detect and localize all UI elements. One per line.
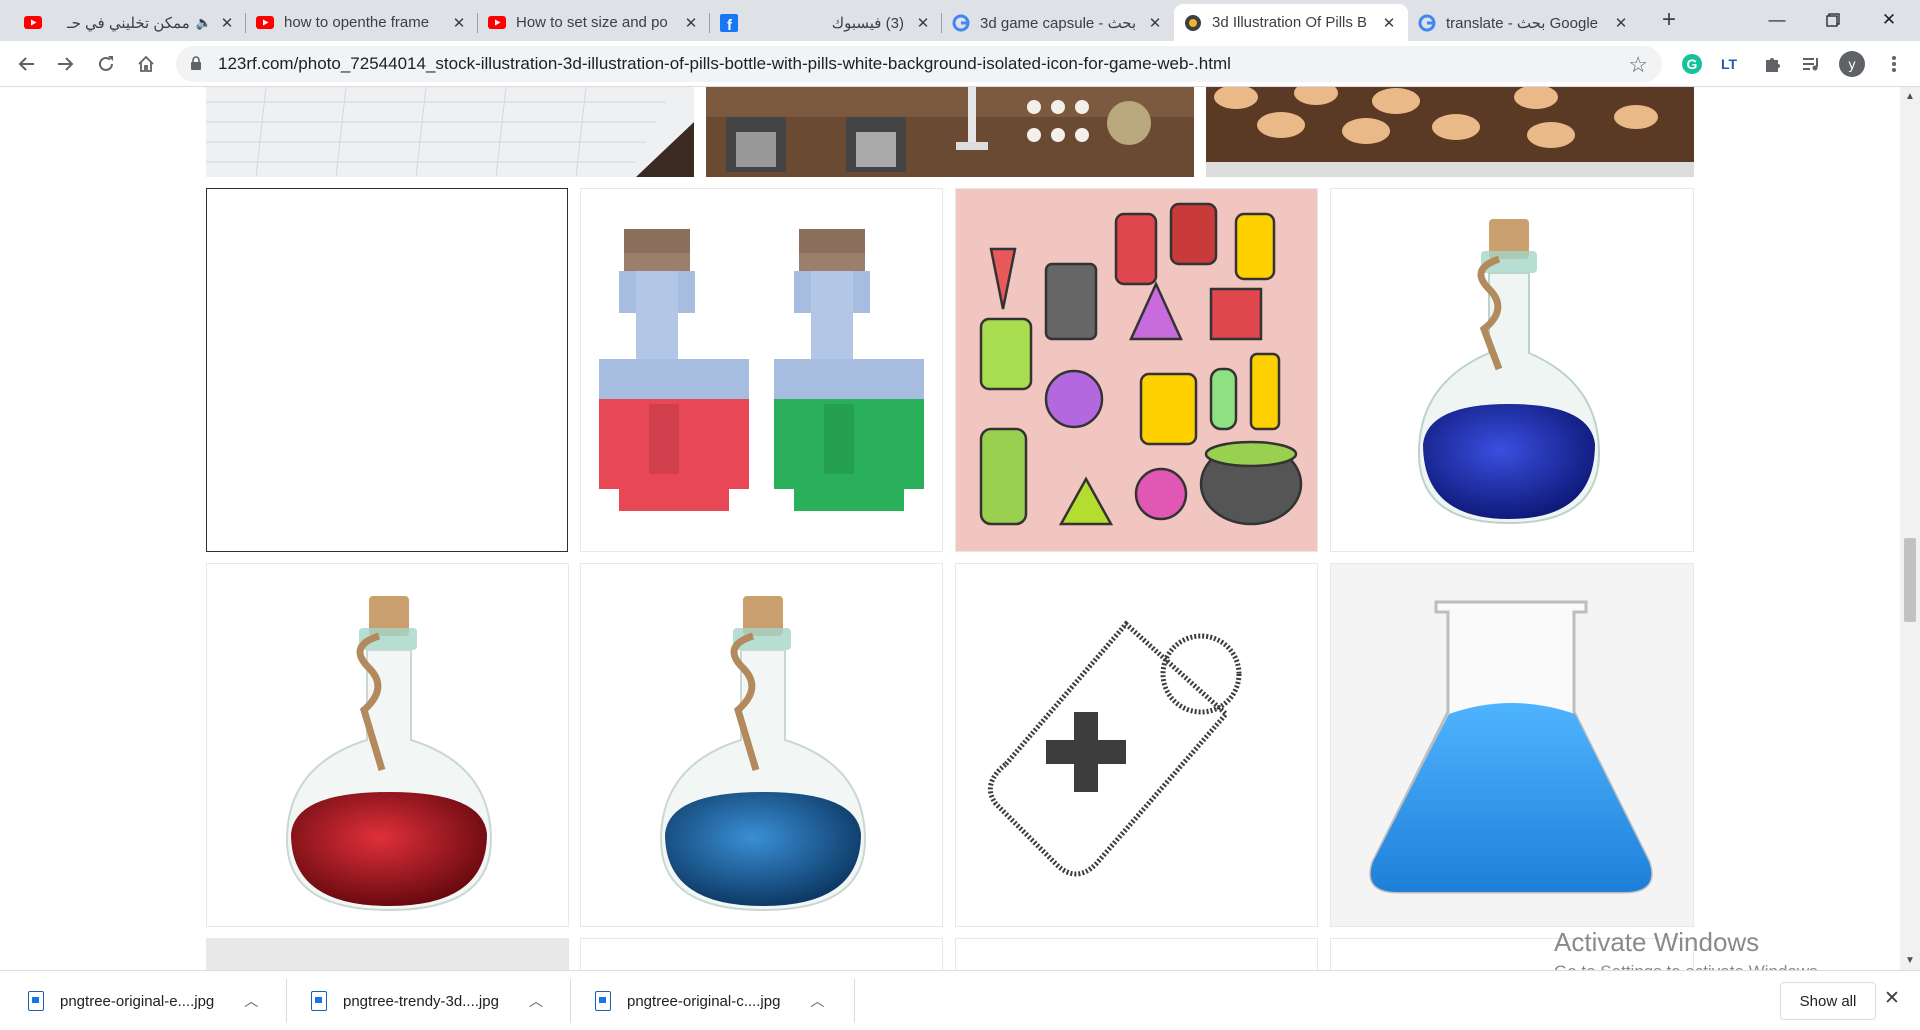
- close-icon[interactable]: ✕: [218, 14, 236, 32]
- chevron-up-icon[interactable]: ︿: [529, 991, 543, 1011]
- tab-2[interactable]: How to set size and po ✕: [478, 4, 710, 41]
- gallery-image-blue-potion-bottle[interactable]: [1330, 188, 1694, 552]
- gallery-image-partial-2[interactable]: [580, 938, 943, 970]
- downloads-bar: pngtree-original-e....jpg ︿ pngtree-tren…: [0, 970, 1920, 1030]
- image-file-icon: [311, 991, 327, 1011]
- minimize-icon[interactable]: —: [1754, 2, 1800, 38]
- gallery-image-blank-image[interactable]: [206, 188, 568, 552]
- download-filename: pngtree-trendy-3d....jpg: [343, 992, 499, 1010]
- gallery-image-doodle-poison-bottles[interactable]: [955, 188, 1318, 552]
- scroll-down-arrow-icon[interactable]: ▼: [1900, 955, 1920, 966]
- tab-4[interactable]: 3d game capsule - بحث ✕: [942, 4, 1174, 41]
- tab-3[interactable]: f (3) فيسبوك ✕: [710, 4, 942, 41]
- gallery-image-pills-and-syringe-photo[interactable]: [706, 87, 1194, 177]
- divider: [570, 979, 571, 1023]
- gallery-image-partial-1[interactable]: [206, 938, 569, 970]
- youtube-icon: [24, 14, 42, 32]
- gallery-image-light-blue-potion-bottle[interactable]: [580, 563, 943, 927]
- download-item-2[interactable]: pngtree-original-c....jpg ︿: [595, 971, 824, 1030]
- url-text[interactable]: 123rf.com/photo_72544014_stock-illustrat…: [218, 46, 1231, 82]
- speaker-icon[interactable]: 🔈: [196, 15, 212, 31]
- gallery-image-partial-3[interactable]: [955, 938, 1318, 970]
- window-close-icon[interactable]: ✕: [1866, 2, 1912, 38]
- tab-title: translate - بحث Google: [1446, 14, 1599, 32]
- tab-title: how to openthe frame: [284, 14, 430, 31]
- back-icon[interactable]: [12, 50, 40, 78]
- google-icon: [952, 14, 970, 32]
- extensions-puzzle-icon[interactable]: [1758, 50, 1786, 78]
- chevron-up-icon[interactable]: ︿: [810, 991, 824, 1011]
- 123rf-icon: [1184, 14, 1202, 32]
- scroll-up-arrow-icon[interactable]: ▲: [1900, 91, 1920, 102]
- gallery-image-round-pills-on-wood-photo[interactable]: [1206, 87, 1694, 177]
- tab-5[interactable]: 3d Illustration Of Pills B ✕: [1174, 4, 1408, 41]
- forward-icon[interactable]: [52, 50, 80, 78]
- watermark-title: Activate Windows: [1554, 927, 1760, 957]
- tab-title: ممكن تخليني في حـ: [67, 14, 190, 32]
- tab-title: 3d Illustration Of Pills B: [1212, 14, 1368, 31]
- gallery-image-pixel-potion-bottles[interactable]: [580, 188, 943, 552]
- tab-title: How to set size and po: [516, 14, 668, 31]
- media-control-icon[interactable]: [1798, 50, 1826, 78]
- restore-icon[interactable]: [1810, 2, 1856, 38]
- tab-title: 3d game capsule - بحث: [980, 14, 1137, 32]
- download-item-0[interactable]: pngtree-original-e....jpg ︿: [28, 971, 258, 1030]
- close-icon[interactable]: ✕: [450, 14, 468, 32]
- gallery-image-blue-chemistry-flask[interactable]: [1330, 563, 1694, 927]
- tab-6[interactable]: translate - بحث Google ✕: [1408, 4, 1640, 41]
- youtube-icon: [256, 14, 274, 32]
- languagetool-icon[interactable]: LT: [1718, 50, 1746, 78]
- bookmark-star-icon[interactable]: ☆: [1628, 52, 1648, 78]
- gallery-image-crowd-medicine-tag[interactable]: [955, 563, 1318, 927]
- image-file-icon: [28, 991, 44, 1011]
- close-icon[interactable]: ✕: [1612, 14, 1630, 32]
- tab-bar: ممكن تخليني في حـ 🔈 ✕ how to openthe fra…: [0, 0, 1920, 41]
- avatar-initial: y: [1848, 56, 1856, 72]
- svg-text:G: G: [1687, 56, 1698, 72]
- close-icon[interactable]: ✕: [1146, 14, 1164, 32]
- image-file-icon: [595, 991, 611, 1011]
- gallery-image-graph-paper-photo[interactable]: [206, 87, 694, 177]
- tab-1[interactable]: how to openthe frame ✕: [246, 4, 478, 41]
- divider: [854, 979, 855, 1023]
- tab-0[interactable]: ممكن تخليني في حـ 🔈 ✕: [14, 4, 246, 41]
- chevron-up-icon[interactable]: ︿: [244, 991, 258, 1011]
- close-icon[interactable]: ✕: [682, 14, 700, 32]
- gallery-image-red-potion-bottle[interactable]: [206, 563, 569, 927]
- google-icon: [1418, 14, 1436, 32]
- address-bar[interactable]: 123rf.com/photo_72544014_stock-illustrat…: [176, 46, 1662, 82]
- home-icon[interactable]: [132, 50, 160, 78]
- grammarly-icon[interactable]: G: [1678, 50, 1706, 78]
- new-tab-button[interactable]: +: [1654, 6, 1684, 34]
- show-all-button[interactable]: Show all: [1780, 982, 1876, 1020]
- divider: [286, 979, 287, 1023]
- download-filename: pngtree-original-c....jpg: [627, 992, 781, 1010]
- scrollbar-thumb[interactable]: [1904, 538, 1916, 622]
- tab-title: (3) فيسبوك: [831, 14, 904, 32]
- avatar[interactable]: y: [1838, 50, 1866, 78]
- menu-kebab-icon[interactable]: [1880, 50, 1908, 78]
- youtube-icon: [488, 14, 506, 32]
- download-filename: pngtree-original-e....jpg: [60, 992, 215, 1010]
- svg-text:LT: LT: [1721, 56, 1738, 72]
- close-downloads-icon[interactable]: ✕: [1884, 987, 1900, 1010]
- lock-icon[interactable]: [190, 56, 202, 76]
- facebook-icon: f: [720, 13, 738, 32]
- browser-toolbar: 123rf.com/photo_72544014_stock-illustrat…: [0, 41, 1920, 87]
- close-icon[interactable]: ✕: [914, 14, 932, 32]
- reload-icon[interactable]: [92, 50, 120, 78]
- page-content: [0, 87, 1900, 970]
- download-item-1[interactable]: pngtree-trendy-3d....jpg ︿: [311, 971, 543, 1030]
- close-icon[interactable]: ✕: [1380, 14, 1398, 32]
- page-scrollbar[interactable]: ▲ ▼: [1900, 87, 1920, 970]
